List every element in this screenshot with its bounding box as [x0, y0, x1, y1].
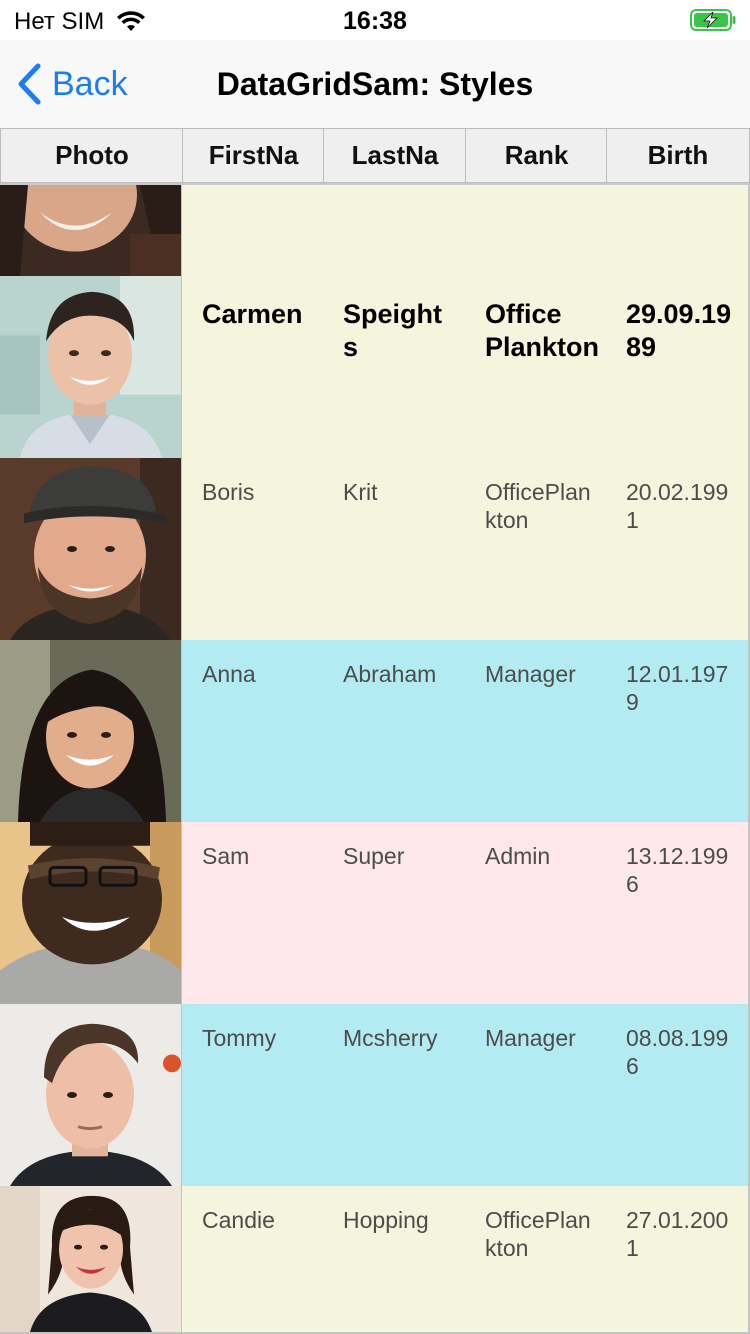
- clock: 16:38: [343, 7, 407, 35]
- table-row[interactable]: Carmen Speights Office Plankton 29.09.19…: [0, 276, 750, 460]
- column-header-firstname[interactable]: FirstNa: [182, 128, 325, 183]
- data-grid[interactable]: Photo FirstNa LastNa Rank Birth Carmen S…: [0, 128, 750, 1334]
- column-header-birth[interactable]: Birth: [606, 128, 750, 183]
- cell-rank: OfficePlankton: [465, 1186, 608, 1334]
- cell-birth: 08.08.1996: [606, 1004, 750, 1188]
- cell-rank: [465, 185, 608, 278]
- table-row[interactable]: Tommy Mcsherry Manager 08.08.1996: [0, 1004, 750, 1188]
- cell-firstname: Candie: [182, 1186, 325, 1334]
- cell-lastname: [323, 185, 467, 278]
- avatar: [0, 276, 183, 460]
- cell-lastname: Mcsherry: [323, 1004, 467, 1188]
- cell-birth: 27.01.2001: [606, 1186, 750, 1334]
- cell-lastname: Abraham: [323, 640, 467, 824]
- avatar: [0, 1004, 183, 1188]
- avatar: [0, 185, 183, 278]
- table-row[interactable]: Boris Krit OfficePlankton 20.02.1991: [0, 458, 750, 642]
- cell-birth: [606, 185, 750, 278]
- cell-firstname: Carmen: [182, 276, 325, 460]
- cell-birth: 29.09.1989: [606, 276, 750, 460]
- table-row[interactable]: [0, 185, 750, 278]
- cell-rank: Manager: [465, 640, 608, 824]
- cell-firstname: [182, 185, 325, 278]
- avatar: [0, 1186, 183, 1334]
- cell-lastname: Hopping: [323, 1186, 467, 1334]
- column-header-rank[interactable]: Rank: [465, 128, 608, 183]
- cell-lastname: Speights: [323, 276, 467, 460]
- cell-firstname: Boris: [182, 458, 325, 642]
- cell-rank: Office Plankton: [465, 276, 608, 460]
- table-row[interactable]: Candie Hopping OfficePlankton 27.01.2001: [0, 1186, 750, 1334]
- avatar: [0, 640, 183, 824]
- avatar: [0, 458, 183, 642]
- cell-rank: Admin: [465, 822, 608, 1006]
- status-bar: Нет SIM 16:38: [0, 0, 750, 40]
- cell-rank-text: Office Plankton: [485, 299, 600, 362]
- table-row[interactable]: Anna Abraham Manager 12.01.1979: [0, 640, 750, 824]
- table-row[interactable]: Sam Super Admin 13.12.1996: [0, 822, 750, 1006]
- cell-birth: 12.01.1979: [606, 640, 750, 824]
- grid-header: Photo FirstNa LastNa Rank Birth: [0, 128, 750, 185]
- cell-firstname: Tommy: [182, 1004, 325, 1188]
- cell-firstname: Sam: [182, 822, 325, 1006]
- cell-birth: 13.12.1996: [606, 822, 750, 1006]
- cell-birth: 20.02.1991: [606, 458, 750, 642]
- column-header-lastname[interactable]: LastNa: [323, 128, 467, 183]
- battery-icon: [690, 9, 736, 31]
- cell-rank: OfficePlankton: [465, 458, 608, 642]
- cell-firstname: Anna: [182, 640, 325, 824]
- cell-rank: Manager: [465, 1004, 608, 1188]
- page-title: DataGridSam: Styles: [216, 66, 534, 102]
- navigation-bar: Back DataGridSam: Styles: [0, 40, 750, 128]
- column-header-photo[interactable]: Photo: [0, 128, 184, 183]
- cell-lastname: Krit: [323, 458, 467, 642]
- cell-lastname: Super: [323, 822, 467, 1006]
- avatar: [0, 822, 183, 1006]
